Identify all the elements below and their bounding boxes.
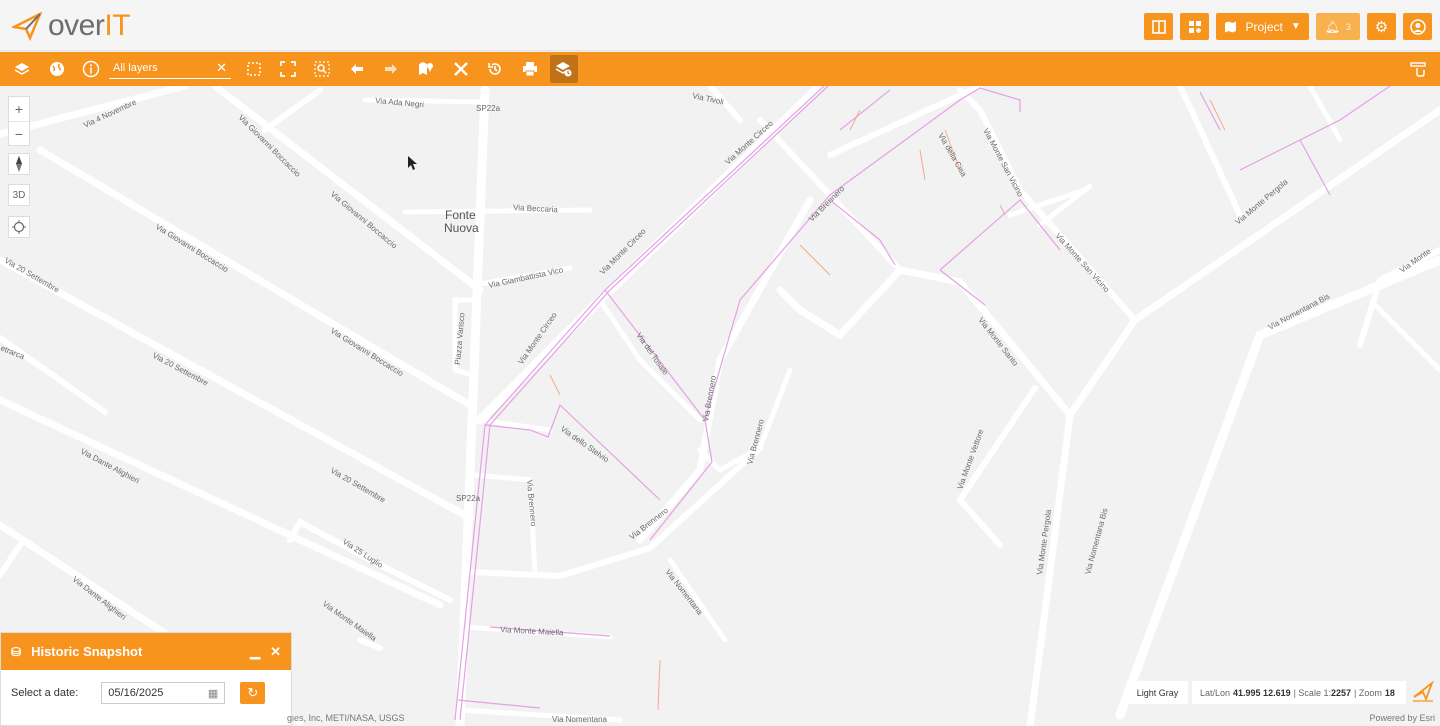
street-label: Via Brennero (525, 479, 538, 527)
map-attribution[interactable]: gies, Inc, METI/NASA, USGS (287, 713, 405, 723)
clear-filter-icon[interactable]: ✕ (216, 60, 227, 76)
select-rectangle-icon[interactable] (244, 59, 264, 79)
street-label: Via Monte Circeo (598, 226, 648, 276)
panel-title: Historic Snapshot (31, 644, 143, 659)
layer-filter-input[interactable]: All layers ✕ (109, 59, 231, 79)
street-label: Via Nomentana (552, 715, 608, 724)
powered-by-esri[interactable]: Powered by Esri (1369, 713, 1435, 723)
user-avatar-icon (1409, 18, 1426, 35)
zoom-control: + − (8, 96, 30, 146)
street-label: Via Monte San Vicino (981, 127, 1025, 199)
previous-extent-icon[interactable] (347, 59, 367, 79)
info-icon[interactable] (81, 59, 101, 79)
map-view[interactable]: Fonte Nuova Via Ada Negri SP22a Via Tivo… (0, 86, 1440, 726)
map-icon (1225, 21, 1237, 33)
zoom-out-button[interactable]: − (9, 121, 29, 145)
panel-body: Select a date: 05/16/2025 ▦ ↻ (1, 670, 291, 716)
history-icon[interactable] (485, 59, 505, 79)
gear-icon: ⚙ (1374, 18, 1389, 36)
date-field[interactable]: 05/16/2025 ▦ (101, 682, 226, 704)
tools-icon[interactable] (451, 59, 471, 79)
panel-header[interactable]: ⛁ Historic Snapshot ▁ ✕ (1, 633, 291, 670)
toggle-3d-button[interactable]: 3D (8, 184, 30, 206)
road-number-label: SP22a (456, 494, 481, 503)
bell-icon: 🔔︎ (1324, 19, 1340, 34)
basemap-switcher[interactable]: Light Gray (1127, 681, 1188, 704)
street-label: Via 20 Settembre (3, 256, 61, 295)
scale-label: | Scale 1: (1293, 687, 1331, 698)
logo-wordmark: overIT (48, 9, 131, 42)
grid-add-icon (1188, 20, 1201, 33)
place-label-fonte: Fonte (445, 208, 476, 222)
compass-button[interactable] (8, 153, 30, 175)
minimize-icon[interactable]: ▁ (250, 644, 260, 660)
historic-layers-icon[interactable] (550, 55, 578, 83)
user-button[interactable] (1403, 13, 1432, 40)
widgets-button[interactable] (1180, 13, 1210, 40)
street-label: Via Ada Negri (375, 96, 425, 109)
close-icon[interactable]: ✕ (270, 644, 281, 660)
locate-button[interactable] (8, 216, 30, 238)
service-branches (549, 99, 1226, 711)
calendar-icon[interactable]: ▦ (208, 687, 218, 700)
basemap-canvas[interactable]: Fonte Nuova Via Ada Negri SP22a Via Tivo… (0, 86, 1440, 726)
street-label: Via Monte Maiella (500, 625, 564, 637)
refresh-icon: ↻ (247, 685, 259, 700)
layout-toggle-button[interactable] (1144, 13, 1174, 40)
road-number-label: SP22a (476, 104, 501, 113)
header-actions: Project ▼ 🔔︎ 3 ⚙ (1144, 13, 1432, 40)
scale-value: 2257 (1330, 687, 1351, 698)
latlon-label: Lat/Lon (1200, 687, 1231, 698)
overit-logo[interactable]: overIT (12, 8, 212, 44)
layer-filter-value: All layers (113, 62, 158, 74)
project-dropdown[interactable]: Project ▼ (1216, 13, 1309, 40)
place-label-nuova: Nuova (444, 221, 479, 235)
map-pin-icon[interactable] (416, 59, 436, 79)
settings-button[interactable]: ⚙ (1367, 13, 1396, 40)
paper-plane-logo-icon (12, 11, 42, 41)
utility-network-lines (454, 86, 1391, 721)
map-toolbar: All layers ✕ (0, 52, 1440, 86)
street-label: Via Monte San Vicino (1054, 231, 1112, 294)
notification-count: 3 (1345, 21, 1351, 32)
street-label: Via Nomentana Bis (1083, 507, 1109, 575)
date-label: Select a date: (11, 687, 79, 699)
road-network (0, 86, 1440, 726)
mouse-cursor-icon (408, 156, 417, 170)
street-label: Via Giambattista Vico (488, 265, 565, 290)
zoom-in-button[interactable]: + (9, 97, 29, 121)
street-label: Via Monte Maiella (321, 599, 379, 643)
panel-controls: ▁ ✕ (250, 644, 281, 660)
caret-down-icon: ▼ (1290, 21, 1301, 32)
notifications-button[interactable]: 🔔︎ 3 (1315, 13, 1360, 40)
street-label: Via Dante Alighieri (71, 574, 128, 621)
street-label: Via Giovanni Boccaccio (329, 326, 405, 378)
next-extent-icon[interactable] (381, 59, 401, 79)
coordinates-readout: Lat/Lon 41.995 12.619 | Scale 1: 2257 | … (1192, 681, 1406, 704)
street-label: Via dello Stelvio (559, 424, 611, 464)
touch-mode-icon[interactable] (1408, 59, 1428, 79)
print-icon[interactable] (520, 59, 540, 79)
refresh-button[interactable]: ↻ (240, 682, 266, 704)
app-header: overIT Project ▼ 🔔︎ 3 ⚙ (0, 0, 1440, 51)
layers-icon[interactable] (12, 59, 32, 79)
history-layers-icon: ⛁ (11, 644, 22, 659)
street-label: Via della Cisa (936, 132, 968, 179)
split-view-icon (1152, 19, 1166, 34)
globe-icon[interactable] (47, 59, 67, 79)
zoom-selection-icon[interactable] (312, 59, 332, 79)
latlon-value: 41.995 12.619 (1233, 687, 1291, 698)
street-label: Via Giovanni Boccaccio (154, 222, 230, 274)
date-value: 05/16/2025 (108, 687, 164, 699)
compass-icon (16, 156, 22, 172)
project-label: Project (1245, 19, 1283, 34)
historic-snapshot-panel: ⛁ Historic Snapshot ▁ ✕ Select a date: 0… (0, 632, 292, 726)
full-extent-icon[interactable] (278, 59, 298, 79)
crosshair-icon (12, 220, 26, 234)
street-label: Via Nomentana (663, 568, 704, 617)
north-arrow-icon[interactable] (1410, 677, 1436, 703)
zoom-label: | Zoom (1353, 687, 1382, 698)
zoom-value: 18 (1384, 687, 1395, 698)
